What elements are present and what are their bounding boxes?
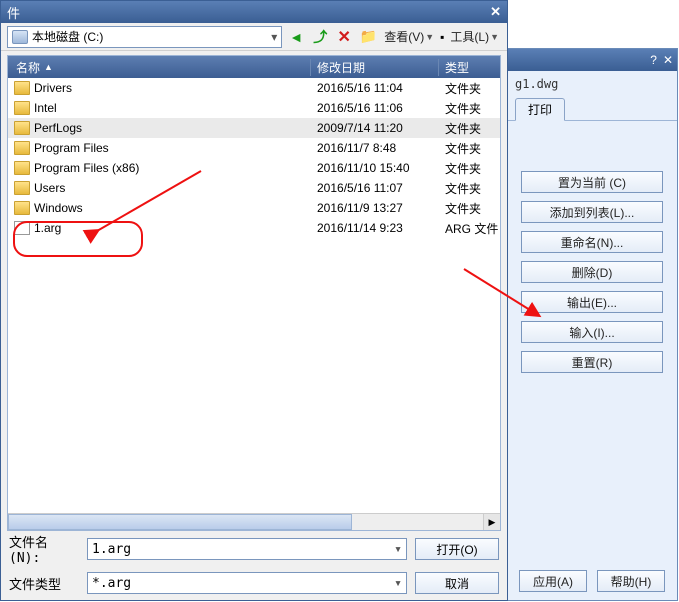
item-name: Windows bbox=[34, 201, 83, 215]
item-date: 2016/11/7 8:48 bbox=[311, 141, 439, 155]
folder-row[interactable]: Program Files (x86) 2016/11/10 15:40文件夹 bbox=[8, 158, 500, 178]
up-icon[interactable]: ⤴ bbox=[310, 27, 330, 47]
folder-icon bbox=[14, 181, 30, 195]
add-to-list-button[interactable]: 添加到列表(L)... bbox=[521, 201, 663, 223]
item-type: 文件夹 bbox=[439, 140, 500, 157]
file-icon bbox=[14, 221, 30, 235]
item-name: Program Files bbox=[34, 141, 109, 155]
chevron-down-icon: ▾ bbox=[394, 576, 402, 591]
dialog-titlebar: 件 ✕ bbox=[1, 1, 507, 23]
tools-menu[interactable]: 工具(L) ▼ bbox=[448, 28, 501, 45]
delete-icon[interactable]: ✕ bbox=[334, 27, 354, 47]
tab-row: 打印 bbox=[507, 97, 677, 121]
folder-icon bbox=[14, 141, 30, 155]
chevron-down-icon: ▾ bbox=[271, 30, 277, 44]
close-icon[interactable]: ✕ bbox=[663, 53, 673, 67]
item-type: 文件夹 bbox=[439, 120, 500, 137]
chevron-down-icon: ▼ bbox=[425, 32, 434, 42]
filetype-label: 文件类型 bbox=[9, 574, 79, 593]
apply-button[interactable]: 应用(A) bbox=[519, 570, 587, 592]
column-date[interactable]: 修改日期 bbox=[311, 59, 439, 76]
folder-icon bbox=[14, 201, 30, 215]
drive-selector[interactable]: 本地磁盘 (C:) ▾ bbox=[7, 26, 282, 48]
item-type: 文件夹 bbox=[439, 100, 500, 117]
folder-icon bbox=[14, 161, 30, 175]
folder-row[interactable]: PerfLogs 2009/7/14 11:20文件夹 bbox=[8, 118, 500, 138]
item-name: Program Files (x86) bbox=[34, 161, 139, 175]
filename-input[interactable]: 1.arg ▾ bbox=[87, 538, 407, 560]
import-button[interactable]: 输入(I)... bbox=[521, 321, 663, 343]
dialog-footer: 文件名(N): 1.arg ▾ 打开(O) 文件类型 *.arg ▾ 取消 bbox=[9, 526, 499, 594]
column-headers: 名称 ▲ 修改日期 类型 bbox=[8, 56, 500, 78]
filename-label: 文件名(N): bbox=[9, 532, 79, 566]
file-open-dialog: 件 ✕ 本地磁盘 (C:) ▾ ◄ ⤴ ✕ 📁 查看(V) ▼ ▪ 工具(L) … bbox=[0, 0, 508, 601]
toolbar: 本地磁盘 (C:) ▾ ◄ ⤴ ✕ 📁 查看(V) ▼ ▪ 工具(L) ▼ bbox=[1, 23, 507, 51]
drive-label: 本地磁盘 (C:) bbox=[32, 28, 103, 45]
item-name: PerfLogs bbox=[34, 121, 82, 135]
reset-button[interactable]: 重置(R) bbox=[521, 351, 663, 373]
item-date: 2016/5/16 11:07 bbox=[311, 181, 439, 195]
print-settings-panel: ? ✕ g1.dwg 打印 置为当前 (C) 添加到列表(L)... 重命名(N).… bbox=[506, 48, 678, 601]
item-type: ARG 文件 bbox=[439, 220, 500, 237]
item-type: 文件夹 bbox=[439, 200, 500, 217]
folder-icon bbox=[14, 81, 30, 95]
help-button[interactable]: 帮助(H) bbox=[597, 570, 665, 592]
chevron-down-icon: ▼ bbox=[490, 32, 499, 42]
dialog-title: 件 bbox=[7, 3, 20, 22]
item-date: 2016/11/14 9:23 bbox=[311, 221, 439, 235]
item-date: 2016/11/10 15:40 bbox=[311, 161, 439, 175]
folder-row[interactable]: Windows 2016/11/9 13:27文件夹 bbox=[8, 198, 500, 218]
folder-row[interactable]: Users 2016/5/16 11:07文件夹 bbox=[8, 178, 500, 198]
panel-titlebar: ? ✕ bbox=[507, 49, 677, 71]
file-row[interactable]: 1.arg 2016/11/14 9:23ARG 文件 bbox=[8, 218, 500, 238]
file-list: 名称 ▲ 修改日期 类型 Drivers2016/5/16 11:04文件夹In… bbox=[7, 55, 501, 531]
set-current-button[interactable]: 置为当前 (C) bbox=[521, 171, 663, 193]
disk-icon bbox=[12, 30, 28, 44]
item-name: Intel bbox=[34, 101, 57, 115]
item-name: Drivers bbox=[34, 81, 72, 95]
item-name: 1.arg bbox=[34, 221, 61, 235]
sort-asc-icon: ▲ bbox=[44, 62, 53, 72]
filetype-input[interactable]: *.arg ▾ bbox=[87, 572, 407, 594]
folder-icon bbox=[14, 121, 30, 135]
delete-button[interactable]: 删除(D) bbox=[521, 261, 663, 283]
export-button[interactable]: 输出(E)... bbox=[521, 291, 663, 313]
item-type: 文件夹 bbox=[439, 160, 500, 177]
close-icon[interactable]: ✕ bbox=[490, 4, 501, 20]
new-folder-icon[interactable]: 📁 bbox=[358, 27, 378, 47]
folder-icon bbox=[14, 101, 30, 115]
item-type: 文件夹 bbox=[439, 180, 500, 197]
chevron-down-icon: ▾ bbox=[394, 542, 402, 557]
item-type: 文件夹 bbox=[439, 80, 500, 97]
folder-row[interactable]: Intel 2016/5/16 11:06文件夹 bbox=[8, 98, 500, 118]
item-name: Users bbox=[34, 181, 65, 195]
item-date: 2009/7/14 11:20 bbox=[311, 121, 439, 135]
folder-row[interactable]: Drivers 2016/5/16 11:04文件夹 bbox=[8, 78, 500, 98]
item-date: 2016/11/9 13:27 bbox=[311, 201, 439, 215]
view-menu[interactable]: 查看(V) ▼ bbox=[382, 28, 436, 45]
cancel-button[interactable]: 取消 bbox=[415, 572, 499, 594]
item-date: 2016/5/16 11:04 bbox=[311, 81, 439, 95]
column-name[interactable]: 名称 ▲ bbox=[8, 59, 311, 76]
document-name: g1.dwg bbox=[507, 71, 677, 97]
help-icon[interactable]: ? bbox=[650, 53, 657, 67]
open-button[interactable]: 打开(O) bbox=[415, 538, 499, 560]
folder-row[interactable]: Program Files 2016/11/7 8:48文件夹 bbox=[8, 138, 500, 158]
item-date: 2016/5/16 11:06 bbox=[311, 101, 439, 115]
column-type[interactable]: 类型 bbox=[439, 59, 500, 76]
rename-button[interactable]: 重命名(N)... bbox=[521, 231, 663, 253]
back-icon[interactable]: ◄ bbox=[286, 27, 306, 47]
tab-print[interactable]: 打印 bbox=[515, 98, 565, 121]
